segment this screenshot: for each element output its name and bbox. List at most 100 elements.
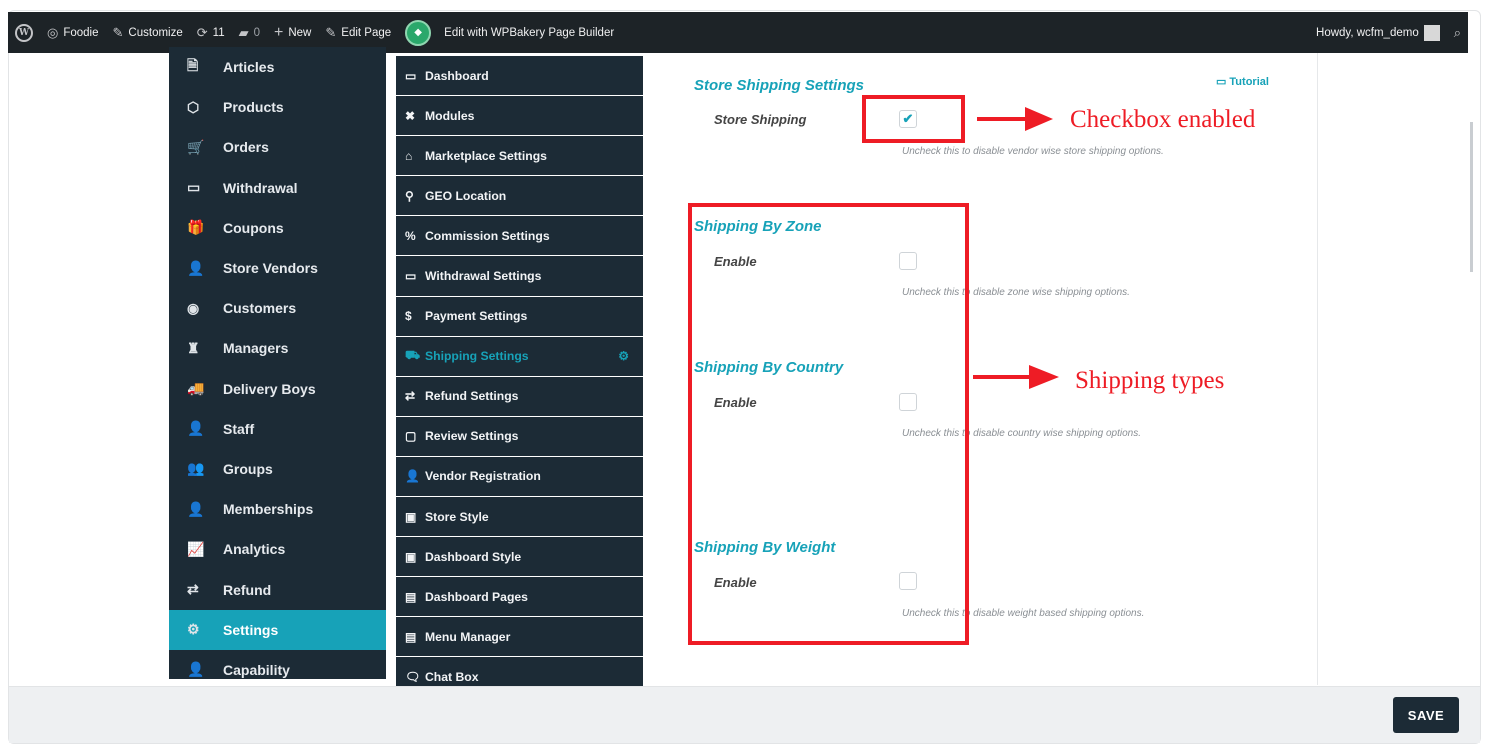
- arrow-icon: [973, 365, 1059, 389]
- image-icon: ▣: [405, 549, 417, 564]
- settings-tab-dashboard-pages[interactable]: ▤ Dashboard Pages: [396, 577, 643, 618]
- settings-tab-label: Dashboard Pages: [425, 589, 528, 604]
- sidebar-item-label: Analytics: [223, 541, 286, 558]
- updates-count: 11: [212, 26, 225, 39]
- settings-tab-shipping-settings[interactable]: ⛟ Shipping Settings ⚙: [396, 337, 643, 377]
- sidebar-item-memberships[interactable]: 👤 Memberships: [169, 489, 386, 529]
- cart-icon: 🛒: [187, 138, 205, 155]
- sidebar-item-articles[interactable]: 🗎 Articles: [169, 47, 386, 87]
- sidebar-item-delivery-boys[interactable]: 🚚 Delivery Boys: [169, 369, 386, 409]
- settings-tab-label: Chat Box: [425, 669, 479, 684]
- wordpress-logo-icon: W: [15, 23, 33, 42]
- user-circle-icon: ◉: [187, 299, 200, 316]
- settings-tab-modules[interactable]: ✖ Modules: [396, 96, 643, 137]
- refresh-icon: ⟳: [196, 24, 208, 40]
- sidebar-item-analytics[interactable]: 📈 Analytics: [169, 529, 386, 569]
- sidebar-item-refund[interactable]: ⇄ Refund: [169, 569, 386, 609]
- annotation-checkbox-enabled: Checkbox enabled: [1070, 106, 1256, 133]
- sidebar-item-label: Memberships: [223, 501, 314, 518]
- card-icon: ▭: [405, 269, 417, 284]
- settings-tab-commission-settings[interactable]: % Commission Settings: [396, 216, 643, 257]
- settings-tab-label: Commission Settings: [425, 228, 550, 243]
- chart-icon: 📈: [187, 540, 205, 557]
- sidebar-item-products[interactable]: ⬡ Products: [169, 87, 386, 127]
- store-shipping-label: Store Shipping: [714, 112, 807, 127]
- right-gutter: [1317, 53, 1469, 685]
- settings-tab-label: Dashboard Style: [425, 549, 522, 564]
- sidebar-item-label: Coupons: [223, 219, 284, 236]
- annotation-box-checkbox: [862, 95, 965, 143]
- settings-tab-label: Withdrawal Settings: [425, 269, 542, 284]
- wp-logo-menu[interactable]: W: [8, 12, 40, 53]
- sidebar-item-withdrawal[interactable]: ▭ Withdrawal: [169, 168, 386, 208]
- video-icon: ▭: [1216, 76, 1227, 88]
- sidebar-item-label: Withdrawal: [223, 179, 298, 196]
- settings-tab-menu-manager[interactable]: ▤ Menu Manager: [396, 617, 643, 658]
- store-shipping-desc: Uncheck this to disable vendor wise stor…: [902, 146, 1164, 157]
- sidebar-item-store-vendors[interactable]: 👤 Store Vendors: [169, 248, 386, 288]
- page-scrollbar[interactable]: [1470, 122, 1473, 272]
- sidebar-item-label: Delivery Boys: [223, 380, 316, 397]
- sidebar-item-orders[interactable]: 🛒 Orders: [169, 127, 386, 167]
- sidebar-item-staff[interactable]: 👤 Staff: [169, 409, 386, 449]
- sidebar-item-capability[interactable]: 👤 Capability: [169, 650, 386, 679]
- home-icon: ⌂: [405, 148, 413, 163]
- sidebar-item-label: Articles: [223, 59, 275, 76]
- annotation-box-shipping-types: [688, 203, 969, 645]
- refund-icon: ⇄: [405, 389, 416, 404]
- settings-tab-vendor-registration[interactable]: 👤 Vendor Registration: [396, 457, 643, 498]
- user-plus-icon: 👤: [187, 500, 205, 517]
- percent-icon: %: [405, 228, 416, 243]
- sidebar-item-label: Customers: [223, 300, 297, 317]
- settings-tab-label: GEO Location: [425, 188, 507, 203]
- settings-tab-label: Menu Manager: [425, 629, 511, 644]
- pencil-icon: ✎: [325, 24, 337, 40]
- image-icon: ▣: [405, 509, 417, 524]
- comment-icon: ▢: [405, 429, 417, 444]
- sidebar-item-customers[interactable]: ◉ Customers: [169, 288, 386, 328]
- settings-tab-label: Modules: [425, 108, 475, 123]
- sidebar-item-managers[interactable]: ♜ Managers: [169, 328, 386, 368]
- sidebar-item-label: Settings: [223, 621, 279, 638]
- settings-tab-label: Refund Settings: [425, 389, 519, 404]
- annotation-shipping-types: Shipping types: [1075, 367, 1225, 394]
- settings-tab-marketplace-settings[interactable]: ⌂ Marketplace Settings: [396, 136, 643, 177]
- wpbakery-link[interactable]: ◆ Edit with WPBakery Page Builder: [398, 12, 621, 53]
- my-account-menu[interactable]: Howdy, wcfm_demo: [1309, 12, 1447, 53]
- sidebar-item-settings[interactable]: ⚙ Settings: [169, 609, 386, 650]
- settings-tab-dashboard-style[interactable]: ▣ Dashboard Style: [396, 537, 643, 578]
- settings-tab-label: Store Style: [425, 509, 489, 524]
- brush-icon: ✎: [112, 24, 124, 40]
- save-button[interactable]: SAVE: [1393, 697, 1459, 733]
- settings-tab-label: Payment Settings: [425, 309, 528, 324]
- sidebar-item-label: Managers: [223, 340, 289, 357]
- truck-icon: ⛟: [405, 348, 421, 363]
- settings-tab-refund-settings[interactable]: ⇄ Refund Settings: [396, 377, 643, 417]
- avatar: [1423, 24, 1440, 41]
- search-icon: ⌕: [1453, 24, 1461, 40]
- main-sidebar: 🗎 Articles ⬡ Products 🛒 Orders ▭ Withdrawal 🎁 Cou…: [169, 47, 386, 679]
- sidebar-item-label: Groups: [223, 460, 273, 477]
- chat-icon: 🗨: [405, 669, 421, 684]
- wpbakery-logo-icon: ◆: [405, 19, 432, 46]
- sidebar-item-groups[interactable]: 👥 Groups: [169, 449, 386, 489]
- settings-tab-review-settings[interactable]: ▢ Review Settings: [396, 417, 643, 457]
- menu-icon: ▤: [405, 629, 417, 644]
- settings-tab-withdrawal-settings[interactable]: ▭ Withdrawal Settings: [396, 256, 643, 297]
- settings-tab-chat-box[interactable]: 🗨 Chat Box: [396, 657, 643, 686]
- dashboard-icon: ◎: [47, 24, 59, 40]
- tutorial-link[interactable]: ▭ Tutorial: [1216, 75, 1269, 89]
- tutorial-label: Tutorial: [1229, 75, 1269, 88]
- settings-tab-dashboard[interactable]: ▭ Dashboard: [396, 56, 643, 97]
- footer-bar: [9, 686, 1480, 743]
- settings-tab-payment-settings[interactable]: $ Payment Settings: [396, 297, 643, 337]
- location-icon: ⚲: [405, 188, 414, 203]
- settings-tab-label: Review Settings: [425, 429, 519, 444]
- comment-icon: ▰: [238, 24, 249, 40]
- settings-tab-geo-location[interactable]: ⚲ GEO Location: [396, 176, 643, 217]
- search-button[interactable]: ⌕: [1447, 12, 1468, 53]
- user-x-icon: 👤: [187, 661, 205, 678]
- sidebar-item-coupons[interactable]: 🎁 Coupons: [169, 208, 386, 248]
- settings-tab-store-style[interactable]: ▣ Store Style: [396, 497, 643, 538]
- site-name-menu[interactable]: ◎ Foodie: [40, 12, 106, 53]
